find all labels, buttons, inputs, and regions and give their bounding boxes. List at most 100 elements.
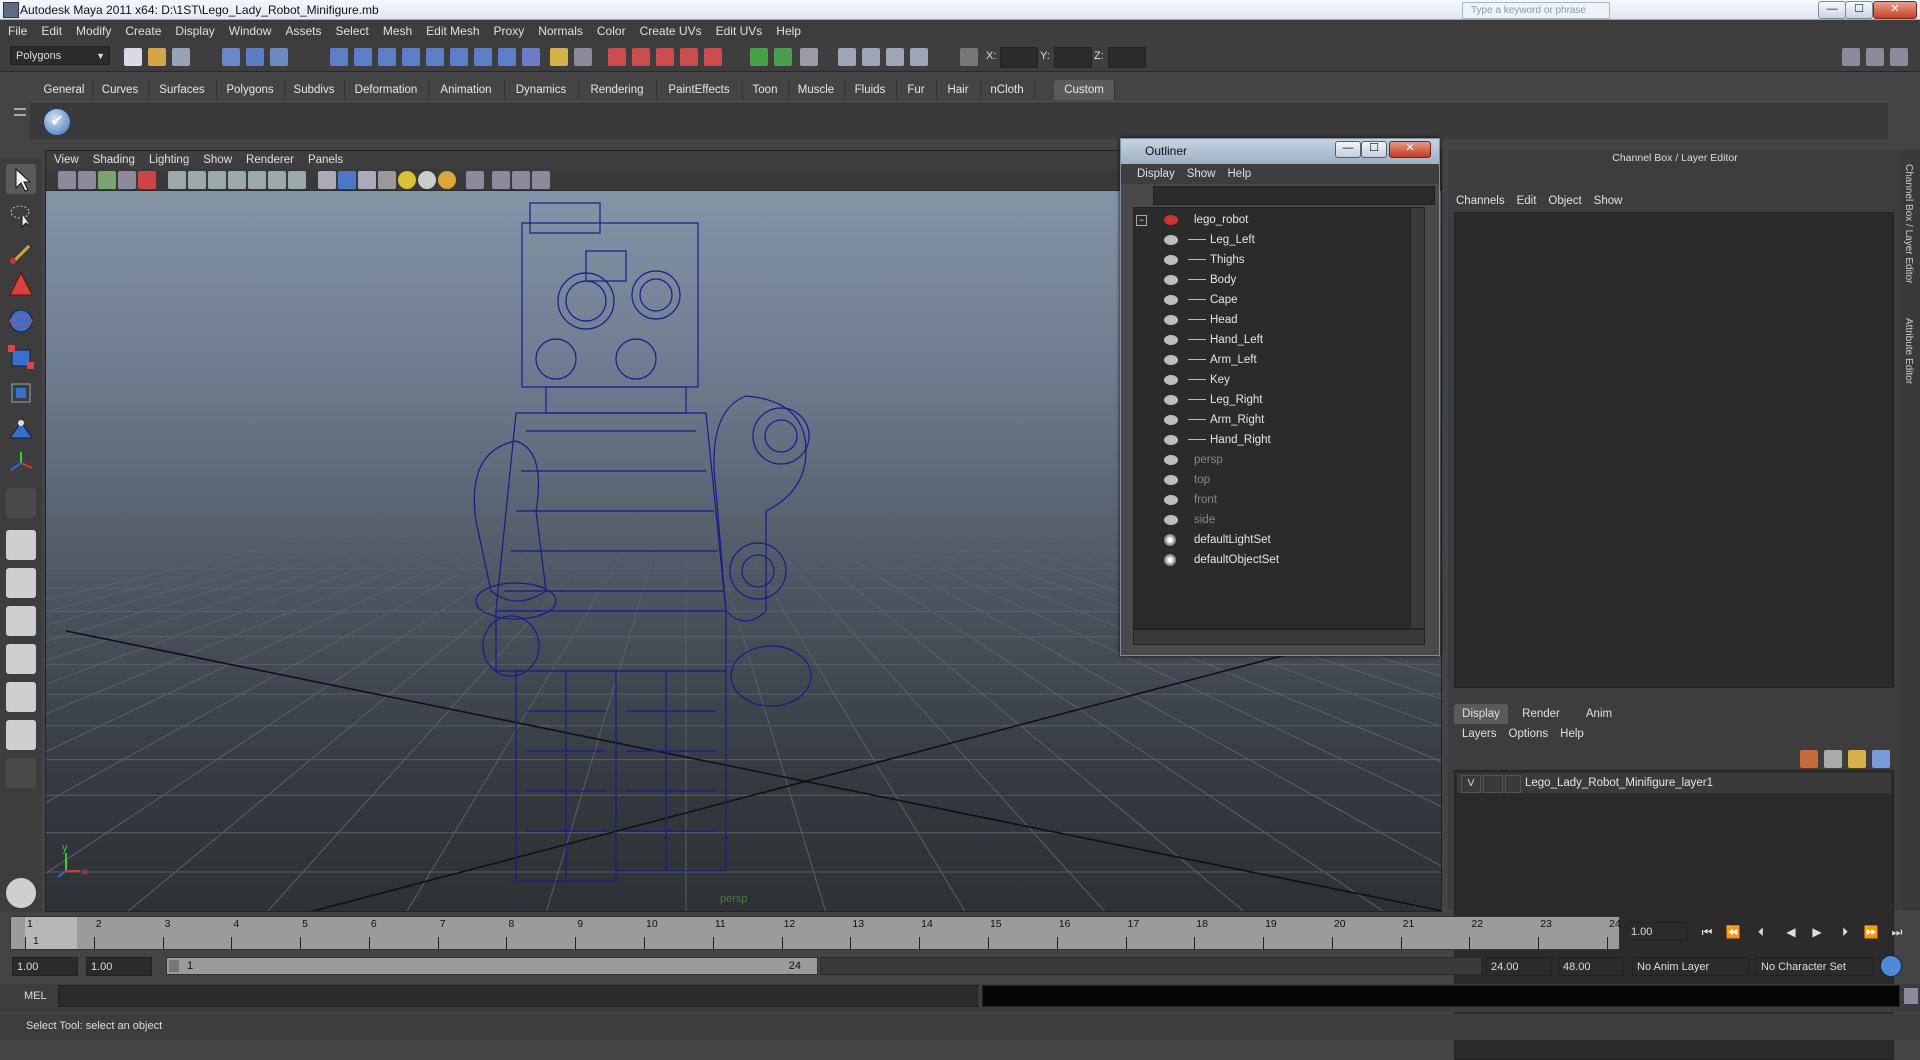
animation-end-field[interactable]: 48.00	[1558, 957, 1624, 976]
grid-icon[interactable]	[168, 171, 186, 189]
wireframe-on-shaded-icon[interactable]	[358, 171, 376, 189]
menu-proxy[interactable]: Proxy	[487, 20, 532, 42]
outliner-list[interactable]: − lego_robot Leg_Left Thighs Body Cape Head Han…	[1133, 207, 1425, 629]
pick-dynamic-icon[interactable]	[450, 48, 468, 66]
xray-icon[interactable]	[492, 171, 510, 189]
safe-title-icon[interactable]	[288, 171, 306, 189]
current-time-field[interactable]: 1.00	[1626, 922, 1688, 941]
toggle-attribute-editor-icon[interactable]	[1842, 48, 1860, 66]
layer-display-type-toggle[interactable]	[1483, 775, 1503, 793]
pick-handle-icon[interactable]	[330, 48, 348, 66]
soft-mod-tool-icon[interactable]	[6, 414, 36, 444]
toggle-channel-box-icon[interactable]	[1890, 48, 1908, 66]
step-forward-frame-icon[interactable]: ⏵	[1836, 924, 1854, 940]
menu-assets[interactable]: Assets	[278, 20, 328, 42]
snap-curve-icon[interactable]	[632, 48, 650, 66]
menu-file[interactable]: File	[0, 20, 34, 42]
step-forward-key-icon[interactable]: ⏩	[1862, 924, 1880, 940]
command-input[interactable]	[58, 985, 978, 1007]
field-chart-icon[interactable]	[248, 171, 266, 189]
new-layer-from-selected-icon[interactable]	[1872, 750, 1890, 768]
menu-mesh[interactable]: Mesh	[376, 20, 419, 42]
outliner-item[interactable]: Cape	[1134, 290, 1424, 310]
lock-selection-icon[interactable]	[550, 48, 568, 66]
outliner-item[interactable]: Hand_Right	[1134, 430, 1424, 450]
select-hierarchy-icon[interactable]	[222, 48, 240, 66]
shelf-tab-fur[interactable]: Fur	[896, 80, 937, 100]
outliner-item[interactable]: side	[1134, 510, 1424, 530]
outliner-menu-show[interactable]: Show	[1181, 164, 1222, 184]
menu-display[interactable]: Display	[168, 20, 221, 42]
outliner-item[interactable]: Key	[1134, 370, 1424, 390]
shelf-tab-ncloth[interactable]: nCloth	[980, 80, 1035, 100]
move-layer-up-icon[interactable]	[1800, 750, 1818, 768]
image-plane-icon[interactable]	[118, 171, 136, 189]
minimize-button[interactable]: —	[1818, 1, 1846, 19]
menu-create-uvs[interactable]: Create UVs	[633, 20, 709, 42]
shelf-tab-polygons[interactable]: Polygons	[216, 80, 285, 100]
range-slider-track[interactable]	[820, 957, 1482, 975]
pick-deform-icon[interactable]	[426, 48, 444, 66]
outliner-item[interactable]: front	[1134, 490, 1424, 510]
animation-bot-icon[interactable]	[6, 878, 36, 908]
snap-grid-icon[interactable]	[608, 48, 626, 66]
shelf-tab-deformation[interactable]: Deformation	[344, 80, 429, 100]
shelf-tab-custom[interactable]: Custom	[1054, 80, 1115, 100]
two-d-pan-zoom-icon[interactable]	[138, 171, 156, 189]
ipr-render-icon[interactable]	[886, 48, 904, 66]
shelf-tab-subdivs[interactable]: Subdivs	[284, 80, 345, 100]
use-all-lights-icon[interactable]	[398, 171, 416, 189]
menu-modify[interactable]: Modify	[69, 20, 118, 42]
help-search-input[interactable]: Type a keyword or phrase	[1462, 2, 1610, 19]
go-to-start-icon[interactable]: ⏮	[1698, 924, 1716, 940]
graph-persp-layout-icon[interactable]	[6, 720, 36, 750]
shelf-tab-rendering[interactable]: Rendering	[578, 80, 657, 100]
shelf-tab-toon[interactable]: Toon	[742, 80, 789, 100]
safe-action-icon[interactable]	[268, 171, 286, 189]
close-button[interactable]: ✕	[1873, 1, 1917, 19]
single-perspective-layout-icon[interactable]	[6, 530, 36, 560]
show-manipulator-icon[interactable]	[6, 448, 36, 478]
layer-tab-render[interactable]: Render	[1510, 704, 1572, 724]
film-gate-icon[interactable]	[188, 171, 206, 189]
universal-manipulator-icon[interactable]	[6, 378, 36, 408]
cb-menu-object[interactable]: Object	[1542, 192, 1587, 210]
outliner-item[interactable]: Leg_Right	[1134, 390, 1424, 410]
outliner-minimize-button[interactable]: —	[1335, 141, 1361, 158]
xray-components-icon[interactable]	[532, 171, 550, 189]
camera-attributes-icon[interactable]	[78, 171, 96, 189]
layer-menu-options[interactable]: Options	[1503, 724, 1555, 744]
auto-key-icon[interactable]	[1880, 955, 1902, 977]
range-slider[interactable]: 1 24	[166, 957, 818, 975]
time-slider[interactable]: 1 1 2 3 4 5 6 7 8 9 10 11 12 13 14 15 16 17 18 19 20 21 22 23 2…	[10, 916, 1621, 950]
outliner-item[interactable]: Arm_Left	[1134, 350, 1424, 370]
gate-mask-icon[interactable]	[228, 171, 246, 189]
vp-menu-shading[interactable]: Shading	[86, 151, 142, 169]
channel-list-panel[interactable]	[1454, 212, 1894, 688]
vp-menu-renderer[interactable]: Renderer	[239, 151, 301, 169]
outliner-close-button[interactable]: ✕	[1389, 141, 1431, 158]
animation-start-field[interactable]: 1.00	[12, 957, 78, 976]
output-ops-icon[interactable]	[774, 48, 792, 66]
vp-menu-lighting[interactable]: Lighting	[142, 151, 196, 169]
highlight-selection-icon[interactable]	[574, 48, 592, 66]
cb-menu-show[interactable]: Show	[1588, 192, 1629, 210]
layer-menu-layers[interactable]: Layers	[1454, 724, 1503, 744]
menu-window[interactable]: Window	[222, 20, 279, 42]
menu-color[interactable]: Color	[590, 20, 633, 42]
z-field[interactable]	[1108, 47, 1146, 68]
menu-normals[interactable]: Normals	[531, 20, 590, 42]
play-backwards-icon[interactable]: ◀	[1782, 924, 1800, 940]
make-live-icon[interactable]	[704, 48, 722, 66]
step-back-frame-icon[interactable]: ⏴	[1752, 924, 1770, 940]
cb-menu-edit[interactable]: Edit	[1511, 192, 1543, 210]
select-object-icon[interactable]	[246, 48, 264, 66]
vp-menu-panels[interactable]: Panels	[301, 151, 350, 169]
layout-options-icon[interactable]	[6, 758, 36, 788]
four-view-layout-icon[interactable]	[6, 568, 36, 598]
pick-surface-icon[interactable]	[402, 48, 420, 66]
menu-help[interactable]: Help	[769, 20, 808, 42]
shelf-tab-hair[interactable]: Hair	[936, 80, 981, 100]
save-scene-icon[interactable]	[172, 48, 190, 66]
outliner-title-bar[interactable]: Outliner — ☐ ✕	[1121, 139, 1439, 164]
